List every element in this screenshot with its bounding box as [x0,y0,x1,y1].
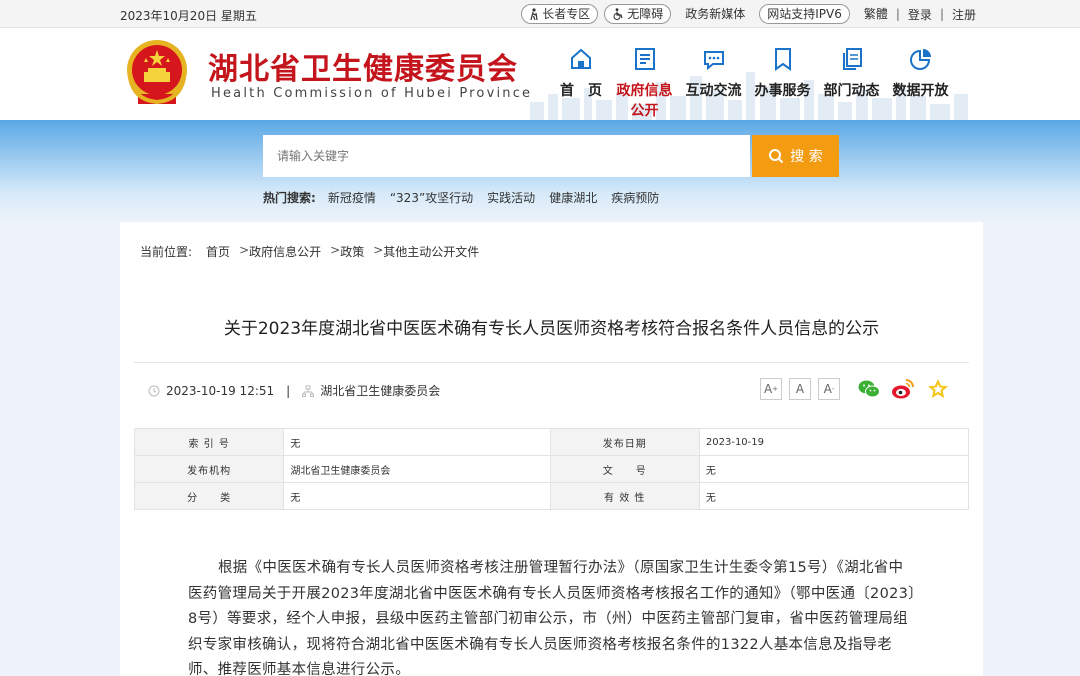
font-size-medium-label: A [795,382,805,396]
breadcrumb-item-gov-info[interactable]: 政府信息公开 [249,243,321,260]
elder-zone-link[interactable]: 长者专区 [521,4,599,24]
validity-value: 无 [698,482,970,510]
clock-icon [148,385,160,396]
search-button-label: 搜 索 [790,149,823,165]
index-number-key: 索 引 号 [133,428,285,456]
publish-datetime: 2023-10-19 12:51 [166,383,275,398]
publish-date-value: 2023-10-19 [698,428,970,456]
validity-key: 有 效 性 [549,482,700,510]
document-icon [634,48,655,70]
font-size-large-label: A [763,382,773,396]
site-header: 湖北省卫生健康委员会 Health Commission of Hubei Pr… [0,28,1080,120]
bookmark-icon [774,48,791,71]
table-row: 索 引 号 无 发布日期 2023-10-19 [133,428,970,456]
traditional-chinese-link[interactable]: 繁體 [864,5,888,23]
register-link[interactable]: 注册 [952,6,976,23]
home-icon [571,48,591,69]
national-emblem-logo [127,40,187,105]
divider: | [286,383,291,398]
breadcrumb-item-other-files[interactable]: 其他主动公开文件 [383,243,479,260]
nav-gov-info-label: 政府信息公开 [616,83,673,119]
article-title: 关于2023年度湖北省中医医术确有专长人员医师资格考核符合报名条件人员信息的公示 [223,319,880,339]
nav-gov-info[interactable]: 政府信息公开 [610,46,679,120]
current-date: 2023年10月20日 星期五 [120,9,257,23]
weibo-share-icon[interactable] [891,377,915,401]
hot-search: 热门搜索: 新冠疫情 “323”攻坚行动 实践活动 健康湖北 疾病预防 [263,189,659,206]
hot-search-item[interactable]: 新冠疫情 [328,189,376,206]
elder-icon [530,8,538,20]
font-size-large-button[interactable]: A + [760,378,782,400]
category-key: 分 类 [133,482,285,510]
divider: | [895,7,900,21]
nav-dept-news-label: 部门动态 [823,83,880,99]
table-row: 发布机构 湖北省卫生健康委员会 文 号 无 [133,455,970,483]
nav-open-data[interactable]: 数据开放 [886,46,955,120]
publisher-name: 湖北省卫生健康委员会 [320,384,441,398]
search-input[interactable] [263,135,750,177]
hot-search-label: 热门搜索: [263,191,316,205]
copy-icon [842,48,862,70]
top-links: 长者专区 无障碍 政务新媒体 网站支持IPV6 繁體 | 登录 | 注册 [515,4,976,24]
accessibility-link[interactable]: 无障碍 [604,4,672,24]
publisher-value: 湖北省卫生健康委员会 [283,455,551,483]
pie-chart-icon [909,49,931,70]
site-title[interactable]: 湖北省卫生健康委员会 [208,44,518,88]
nav-open-data-label: 数据开放 [892,83,949,99]
nav-dept-news[interactable]: 部门动态 [817,46,886,120]
elder-zone-label: 长者专区 [542,7,591,21]
article-body-paragraph: 根据《中医医术确有专长人员医师资格考核注册管理暂行办法》（原国家卫生计生委令第1… [188,560,916,676]
divider: | [939,7,944,21]
nav-interaction[interactable]: 互动交流 [679,46,748,120]
breadcrumb: 当前位置: 首页 > 政府信息公开 > 政策 > 其他主动公开文件 [140,243,479,260]
organization-icon [302,385,315,397]
font-size-small-button[interactable]: A- [818,378,840,400]
breadcrumb-item-home[interactable]: 首页 [206,243,230,260]
hot-search-item[interactable]: 实践活动 [487,189,535,206]
login-link[interactable]: 登录 [908,6,932,23]
hot-search-item[interactable]: 疾病预防 [611,189,659,206]
font-size-small-label: A [823,382,832,396]
accessibility-label: 无障碍 [627,7,664,21]
search-icon [769,149,784,164]
gov-new-media-link[interactable]: 政务新媒体 [685,5,745,23]
hot-search-item[interactable]: “323”攻坚行动 [390,189,473,206]
breadcrumb-label: 当前位置: [140,245,193,259]
favorite-star-icon[interactable] [926,377,950,401]
index-number-value: 无 [283,428,551,456]
nav-interaction-label: 互动交流 [685,83,742,99]
publish-date-key: 发布日期 [549,428,700,456]
main-nav: 首 页 政府信息公开 互动交流 办事服务 部门动态 数据开放 [552,46,955,120]
site-subtitle: Health Commission of Hubei Province [211,86,533,101]
breadcrumb-separator: > [239,243,250,257]
breadcrumb-separator: > [330,243,341,257]
top-bar: 2023年10月20日 星期五 长者专区 无障碍 政务新媒体 网站支持IPV6 … [0,0,1080,28]
wechat-share-icon[interactable] [857,377,881,401]
breadcrumb-separator: > [373,243,384,257]
nav-services[interactable]: 办事服务 [748,46,817,120]
chat-icon [703,51,724,71]
article-meta: 2023-10-19 12:51 | 湖北省卫生健康委员会 A + A A- [134,362,969,414]
hot-search-item[interactable]: 健康湖北 [549,189,597,206]
wheelchair-icon [613,8,623,20]
publisher-key: 发布机构 [133,455,285,483]
document-info-table: 索 引 号 无 发布日期 2023-10-19 发布机构 湖北省卫生健康委员会 … [133,428,970,510]
table-row: 分 类 无 有 效 性 无 [133,482,970,510]
breadcrumb-item-policy[interactable]: 政策 [340,243,364,260]
document-number-key: 文 号 [549,455,700,483]
document-number-value: 无 [698,455,970,483]
nav-home[interactable]: 首 页 [552,46,610,120]
ipv6-badge: 网站支持IPV6 [759,4,850,24]
nav-services-label: 办事服务 [754,83,811,99]
meta-info: 2023-10-19 12:51 | 湖北省卫生健康委员会 [148,382,440,399]
search-button[interactable]: 搜 索 [752,135,839,177]
nav-home-label: 首 页 [560,83,602,99]
font-size-medium-button[interactable]: A [789,378,811,400]
category-value: 无 [283,482,551,510]
